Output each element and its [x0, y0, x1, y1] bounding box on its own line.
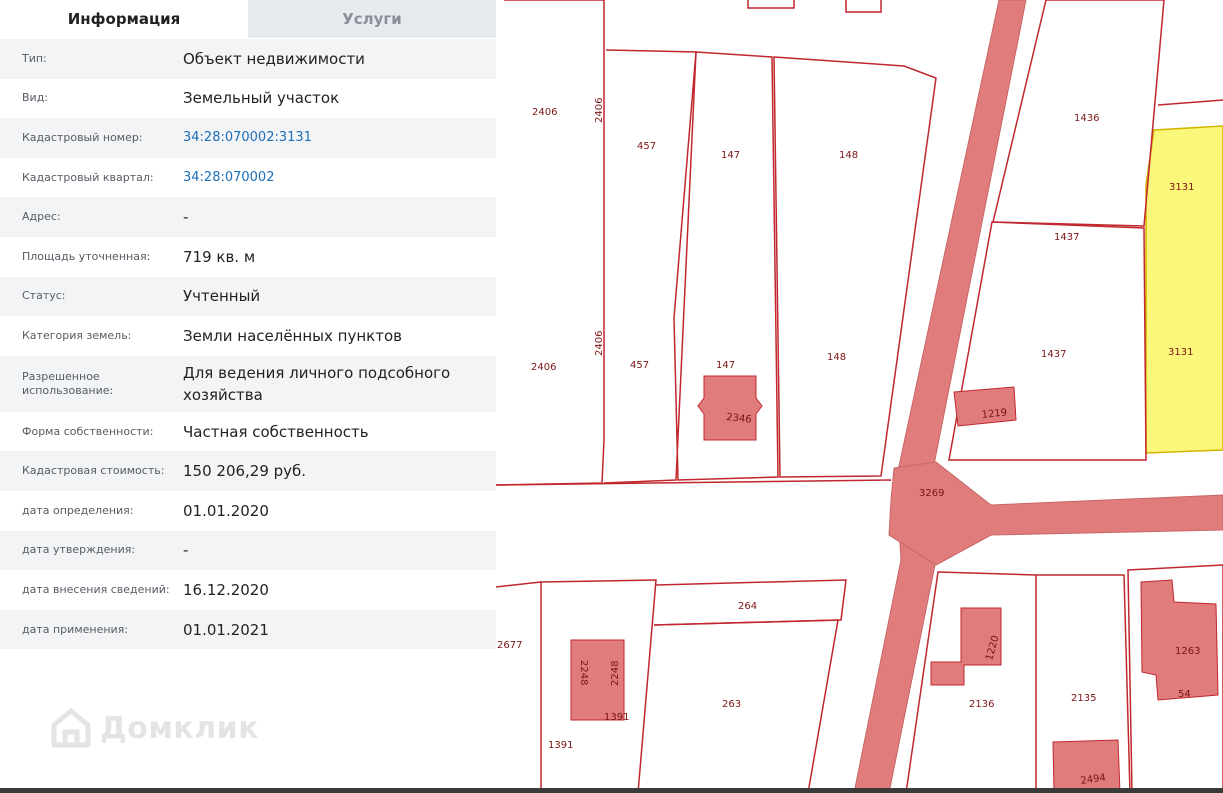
type-label: Тип:: [22, 51, 47, 65]
approval-date-label: дата утверждения:: [22, 543, 136, 557]
cad-quarter-link[interactable]: 34:28:070002: [183, 167, 496, 189]
address-label: Адрес:: [22, 210, 61, 224]
road-edge: [496, 479, 892, 486]
tab-services[interactable]: Услуги: [248, 0, 496, 38]
cad-number-link[interactable]: 34:28:070002:3131: [183, 127, 496, 149]
address-value: -: [183, 208, 189, 227]
info-row-entry-date: дата внесения сведений: 16.12.2020: [0, 570, 496, 610]
label-148-a: 148: [839, 150, 858, 161]
info-row-type: Тип: Объект недвижимости: [0, 39, 496, 79]
info-panel: Информация Услуги Тип: Объект недвижимос…: [0, 0, 496, 793]
selected-parcel-3131[interactable]: [1145, 125, 1223, 454]
area-label: Площадь уточненная:: [22, 249, 151, 263]
category-value: Земли населённых пунктов: [183, 326, 402, 345]
cad-quarter-label: Кадастровый квартал:: [22, 170, 154, 184]
label-147-a: 147: [721, 150, 740, 161]
info-row-status: Статус: Учтенный: [0, 276, 496, 317]
label-1391-a: 1391: [604, 712, 629, 723]
permitted-use-value: Для ведения личного подсобного хозяйства: [183, 363, 451, 404]
label-2677: 2677: [497, 640, 522, 651]
cad-cost-value: 150 206,29 руб.: [183, 462, 307, 481]
selected-parcel[interactable]: [1145, 125, 1223, 454]
entry-date-value: 16.12.2020: [183, 580, 269, 599]
approval-date-value: -: [183, 541, 189, 560]
info-table: Тип: Объект недвижимости Вид: Земельный …: [0, 39, 496, 650]
cadastral-map[interactable]: 2406 2406 2406 2406 457 457 147 147 148 …: [496, 0, 1223, 793]
label-2136: 2136: [969, 699, 994, 710]
status-value: Учтенный: [183, 287, 261, 306]
parcel-457: [603, 49, 697, 484]
label-2248-a: 2248: [578, 660, 589, 685]
building-2346: [697, 375, 763, 441]
label-148-b: 148: [827, 352, 846, 363]
building-1263: [1140, 579, 1219, 701]
kind-value: Земельный участок: [183, 89, 340, 108]
parcel-2677: [496, 581, 542, 793]
determination-date-label: дата определения:: [22, 503, 134, 517]
application-date-value: 01.01.2021: [183, 620, 269, 639]
permitted-use-label: Разрешенное использование:: [22, 369, 114, 397]
info-row-kind: Вид: Земельный участок: [0, 78, 496, 119]
ownership-value: Частная собственность: [183, 422, 369, 441]
watermark-text: Домклик: [100, 710, 260, 746]
label-1436: 1436: [1074, 113, 1099, 124]
kind-label: Вид:: [22, 91, 49, 105]
domclick-watermark: Домклик: [48, 705, 259, 751]
label-2406-a: 2406: [532, 107, 557, 118]
determination-date-value: 01.01.2020: [183, 501, 269, 520]
label-54: 54: [1178, 689, 1191, 700]
info-row-approval-date: дата утверждения: -: [0, 530, 496, 571]
house-logo-icon: [51, 708, 91, 748]
label-264: 264: [738, 601, 757, 612]
info-row-category: Категория земель: Земли населённых пункт…: [0, 316, 496, 356]
info-row-determination-date: дата определения: 01.01.2020: [0, 490, 496, 531]
label-457-a: 457: [637, 141, 656, 152]
cad-number-label: Кадастровый номер:: [22, 130, 143, 144]
road-horizontal: [888, 461, 1223, 566]
info-row-cad-cost: Кадастровая стоимость: 150 206,29 руб.: [0, 451, 496, 491]
label-263: 263: [722, 699, 741, 710]
label-147-b: 147: [716, 360, 735, 371]
parcel-top-a: [747, 0, 795, 9]
tab-information[interactable]: Информация: [0, 0, 248, 38]
parcel-top-b: [845, 0, 882, 13]
type-value: Объект недвижимости: [183, 49, 365, 68]
map-canvas[interactable]: 2406 2406 2406 2406 457 457 147 147 148 …: [496, 0, 1223, 793]
info-row-address: Адрес: -: [0, 197, 496, 237]
cad-cost-label: Кадастровая стоимость:: [22, 464, 165, 478]
label-2135: 2135: [1071, 693, 1096, 704]
application-date-label: дата применения:: [22, 622, 129, 636]
label-2406-vertical-b: 2406: [594, 331, 605, 356]
parcel-2406: [496, 0, 605, 486]
info-row-area: Площадь уточненная: 719 кв. м: [0, 236, 496, 277]
info-row-cad-quarter: Кадастровый квартал: 34:28:070002: [0, 157, 496, 198]
label-457-b: 457: [630, 360, 649, 371]
ownership-label: Форма собственности:: [22, 424, 154, 438]
label-3131-a: 3131: [1169, 182, 1194, 193]
entry-date-label: дата внесения сведений:: [22, 582, 170, 596]
label-2248-b: 2248: [610, 661, 621, 686]
panel-tabs: Информация Услуги: [0, 0, 496, 38]
info-row-ownership: Форма собственности: Частная собственнос…: [0, 411, 496, 452]
status-label: Статус:: [22, 289, 66, 303]
label-1263: 1263: [1175, 646, 1200, 657]
label-3131-b: 3131: [1168, 347, 1193, 358]
category-label: Категория земель:: [22, 328, 132, 342]
label-1437-a: 1437: [1054, 232, 1079, 243]
label-1437-b: 1437: [1041, 349, 1066, 360]
parcel-top-right: [1157, 99, 1223, 106]
label-2406-vertical-a: 2406: [594, 98, 605, 123]
label-3269: 3269: [919, 488, 944, 499]
info-row-permitted-use: Разрешенное использование: Для ведения л…: [0, 355, 496, 412]
label-1391-b: 1391: [548, 740, 573, 751]
info-row-cad-number: Кадастровый номер: 34:28:070002:3131: [0, 118, 496, 158]
bottom-taskbar-strip: [0, 788, 1223, 793]
area-value: 719 кв. м: [183, 247, 256, 266]
label-2406-b: 2406: [531, 362, 556, 373]
info-row-application-date: дата применения: 01.01.2021: [0, 609, 496, 650]
